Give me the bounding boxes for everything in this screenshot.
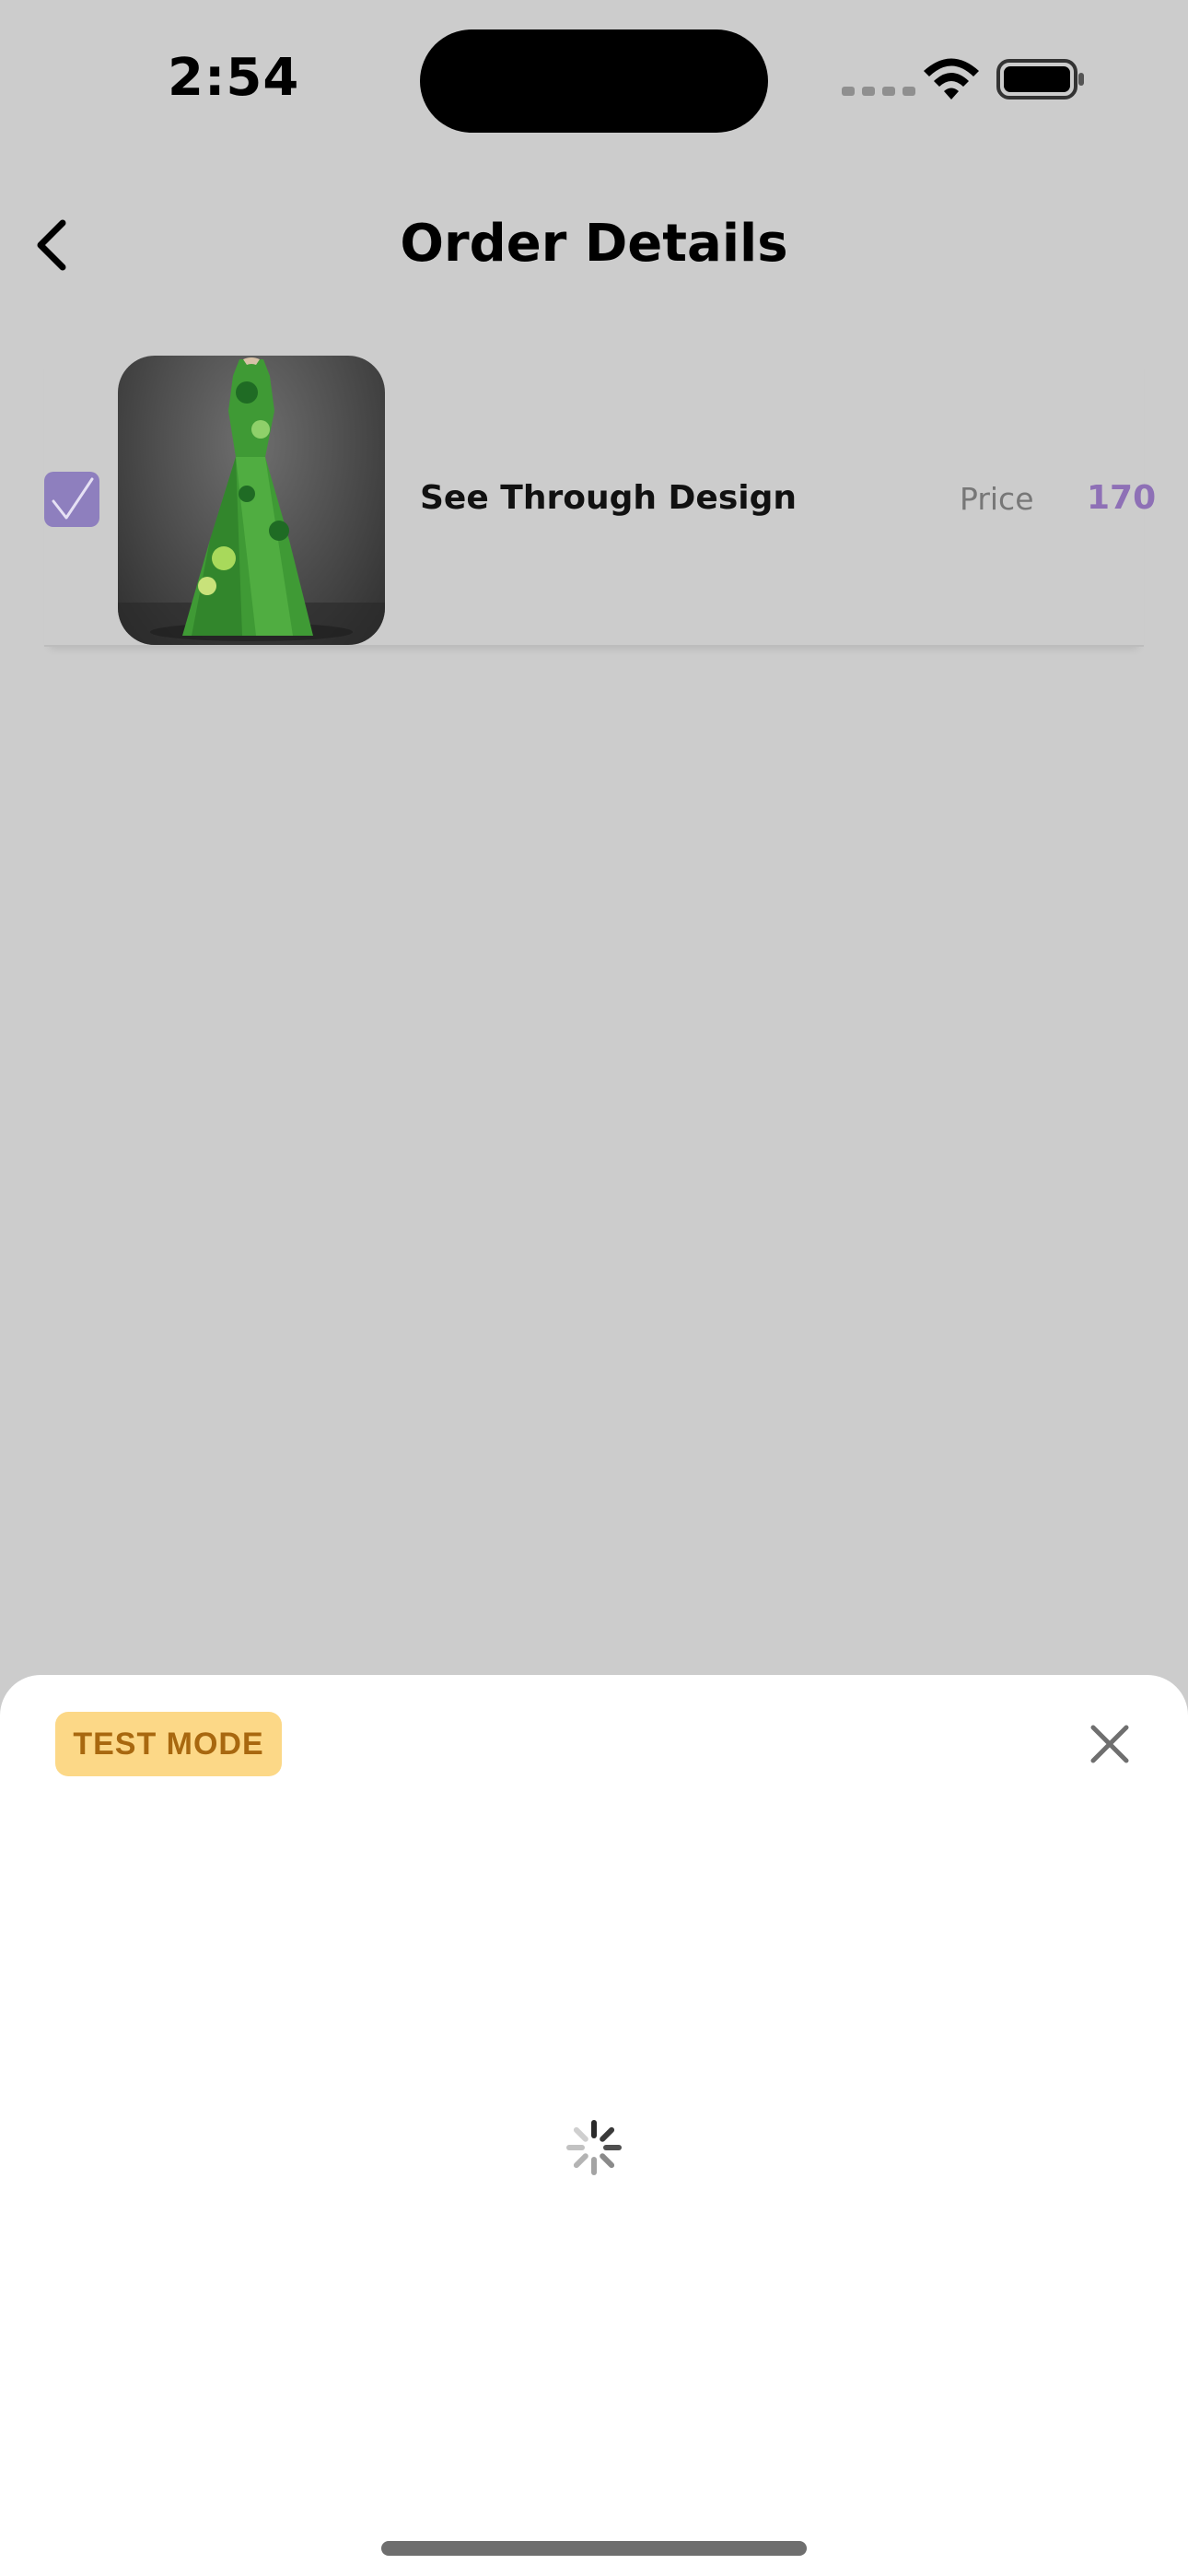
test-mode-badge: TEST MODE (55, 1712, 282, 1776)
order-item-row[interactable]: See Through Design Price 170 (44, 356, 1156, 647)
item-image (118, 356, 385, 645)
loading-spinner-icon (566, 2120, 622, 2175)
home-indicator (381, 2541, 807, 2556)
price-value: 170 (1087, 479, 1157, 517)
wifi-icon (924, 58, 979, 100)
payment-sheet: TEST MODE (0, 1675, 1188, 2576)
dynamic-island (420, 29, 768, 133)
order-details-screen: 2:54 Order Details See Through Design Pr… (0, 0, 1188, 2576)
page-title: Order Details (400, 214, 788, 274)
price-label: Price (960, 481, 1034, 517)
close-button[interactable] (1089, 1723, 1131, 1765)
status-time: 2:54 (168, 48, 300, 108)
cellular-signal-icon (842, 87, 915, 96)
battery-icon (996, 59, 1084, 100)
green-gown-photo (118, 357, 385, 645)
item-checkbox[interactable] (44, 472, 99, 527)
item-name: See Through Design (420, 479, 797, 517)
checkmark-icon (52, 477, 94, 520)
